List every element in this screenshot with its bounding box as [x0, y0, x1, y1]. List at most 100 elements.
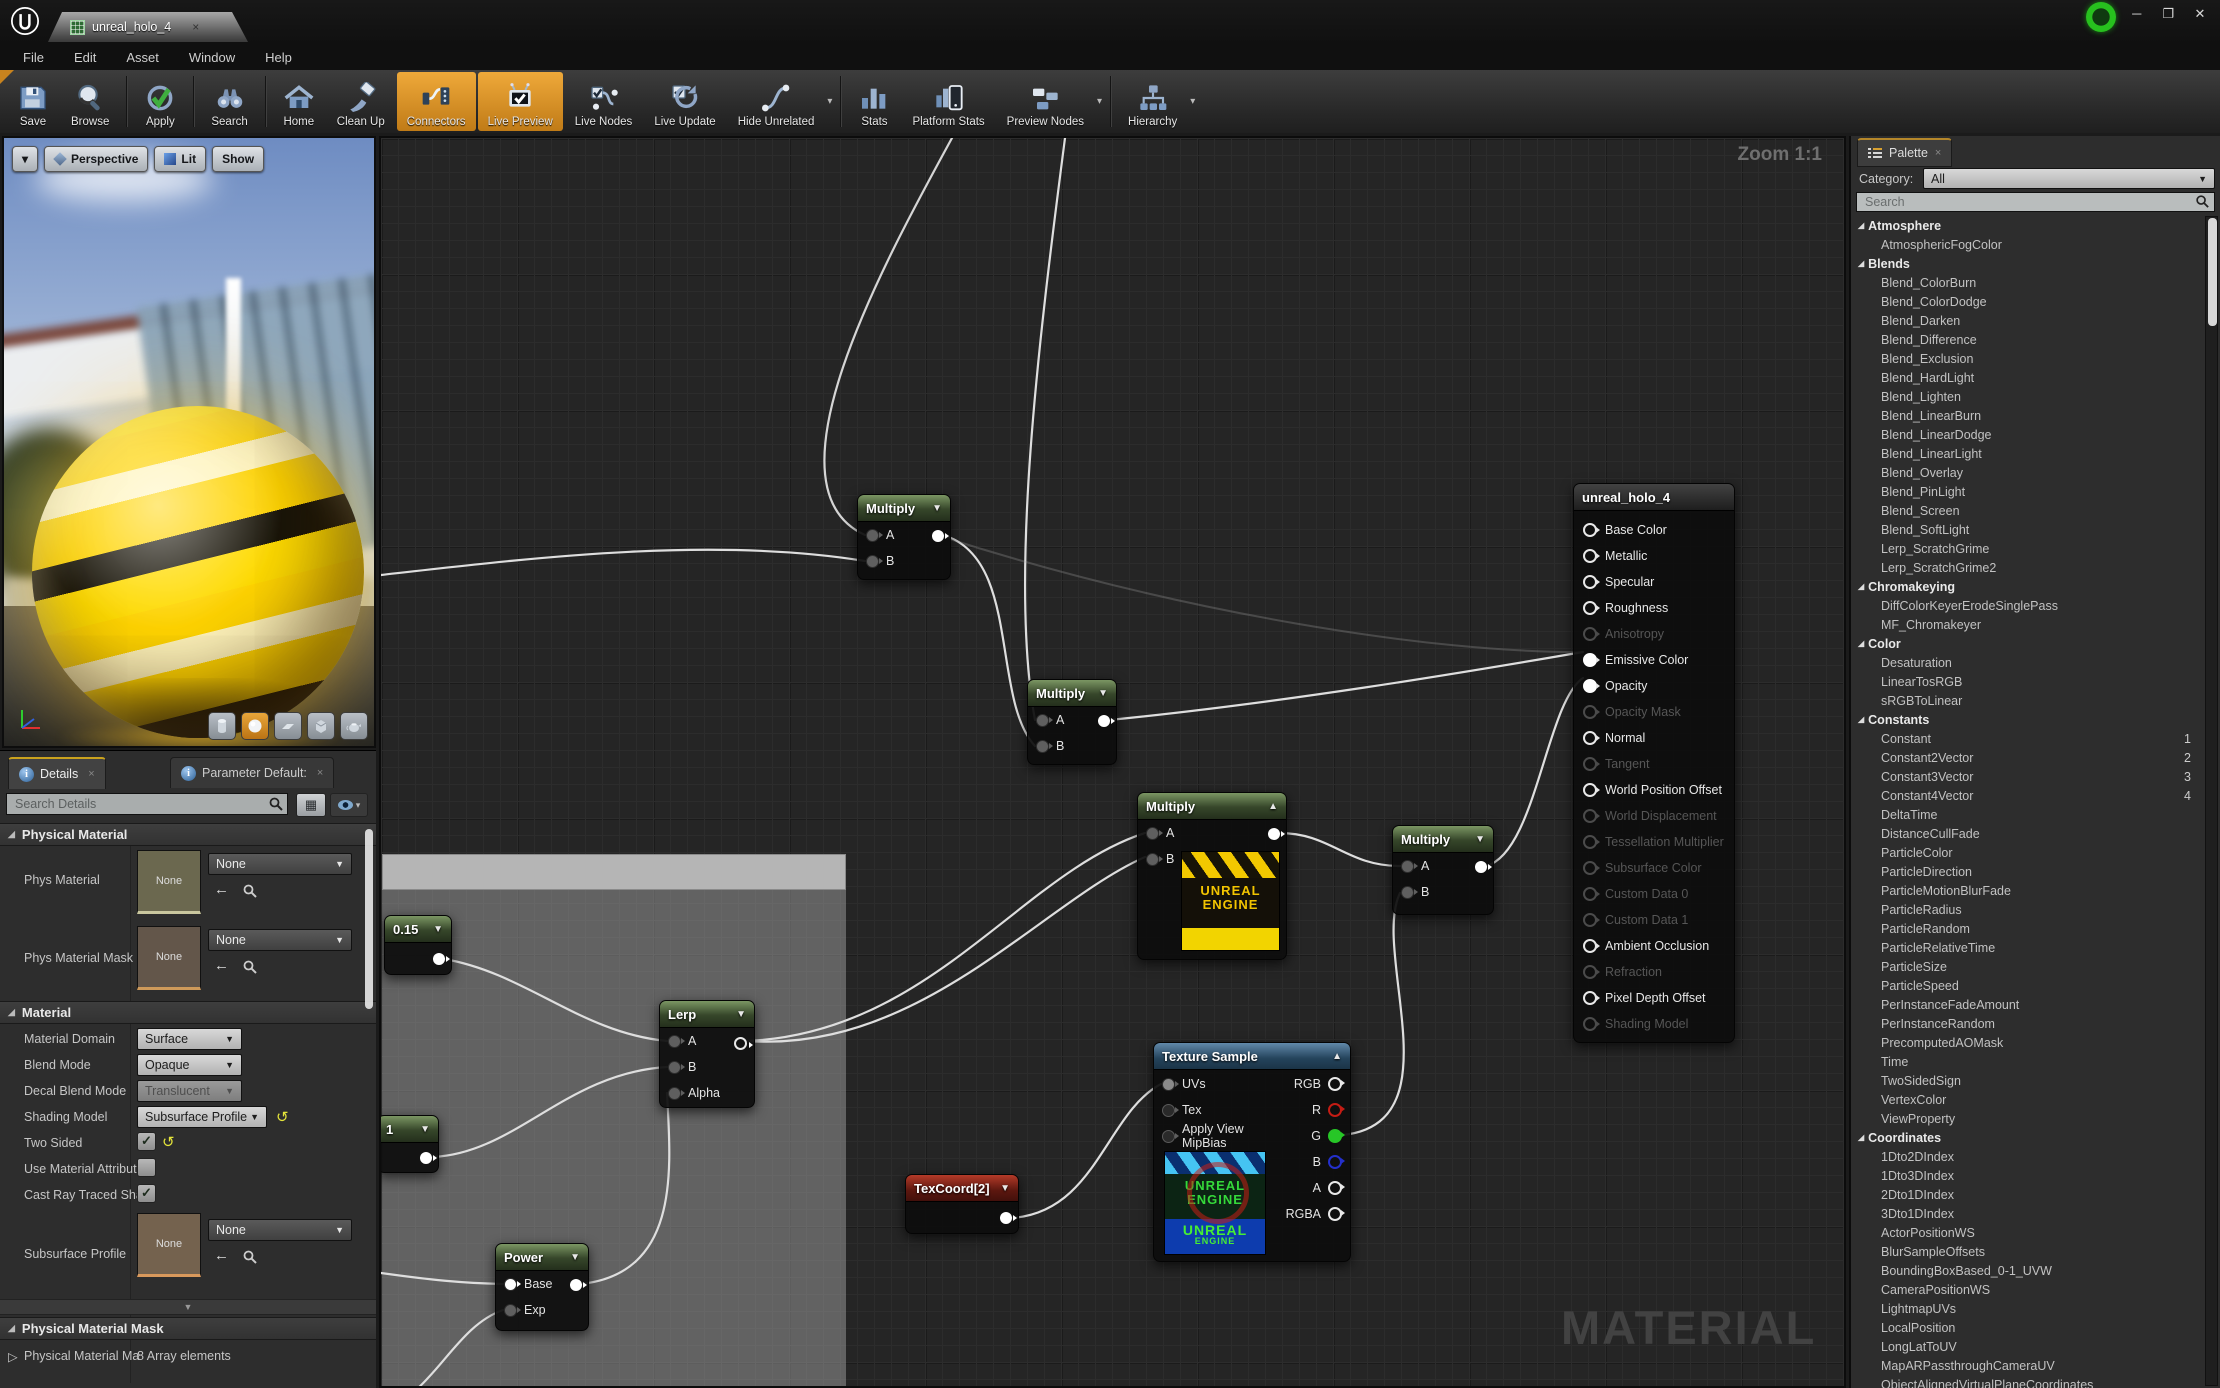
palette-item[interactable]: Blend_Lighten	[1851, 387, 2205, 406]
material-input-pin[interactable]	[1583, 757, 1597, 771]
node-power[interactable]: Power▼ Base Exp	[495, 1243, 589, 1331]
palette-item[interactable]: ParticleMotionBlurFade	[1851, 881, 2205, 900]
lit-button[interactable]: Lit	[154, 146, 206, 172]
node-multiply-expanded[interactable]: Multiply▲ A B UNREALENGINE	[1137, 792, 1287, 960]
material-input-pin[interactable]	[1583, 783, 1597, 797]
preview-nodes-dropdown-icon[interactable]: ▾	[1097, 96, 1102, 107]
palette-item[interactable]: ParticleRadius	[1851, 900, 2205, 919]
input-pin[interactable]	[504, 1304, 517, 1317]
subsurface-profile-thumbnail[interactable]: None	[137, 1213, 201, 1277]
use-selected-icon[interactable]: ←	[214, 881, 229, 898]
reset-to-default-icon[interactable]: ↺	[162, 1133, 175, 1151]
perspective-button[interactable]: Perspective	[44, 146, 148, 172]
browse-to-asset-icon[interactable]	[242, 1249, 258, 1265]
material-input-pin[interactable]	[1583, 965, 1597, 979]
cylinder-shape-button[interactable]	[208, 712, 236, 740]
palette-item[interactable]: ParticleSize	[1851, 957, 2205, 976]
palette-item[interactable]: VertexColor	[1851, 1090, 2205, 1109]
node-multiply[interactable]: Multiply▼ A B	[857, 494, 951, 580]
palette-item[interactable]: ◢ Blends	[1851, 254, 2205, 273]
palette-item[interactable]: LinearTosRGB	[1851, 672, 2205, 691]
node-texture-sample[interactable]: Texture Sample▲ UVs Tex Apply View MipBi…	[1153, 1042, 1351, 1262]
tab-close-icon[interactable]: ×	[317, 767, 323, 779]
reset-to-default-icon[interactable]: ↺	[276, 1108, 289, 1126]
palette-item[interactable]: Constant4Vector 4	[1851, 786, 2205, 805]
preview-viewport[interactable]: ▾ Perspective Lit Show	[2, 136, 376, 748]
output-pin[interactable]	[1475, 861, 1487, 873]
palette-item[interactable]: CameraPositionWS	[1851, 1280, 2205, 1299]
input-pin[interactable]	[1162, 1104, 1175, 1117]
palette-item[interactable]: ◢ Atmosphere	[1851, 216, 2205, 235]
collapse-icon[interactable]: ▼	[1000, 1183, 1010, 1194]
output-pin[interactable]	[1328, 1103, 1342, 1117]
palette-item[interactable]: PrecomputedAOMask	[1851, 1033, 2205, 1052]
output-pin[interactable]	[1328, 1077, 1342, 1091]
palette-item[interactable]: Constant2Vector 2	[1851, 748, 2205, 767]
output-pin[interactable]	[570, 1279, 582, 1291]
palette-item[interactable]: Blend_Overlay	[1851, 463, 2205, 482]
input-pin[interactable]	[866, 529, 879, 542]
material-input-pin[interactable]	[1583, 809, 1597, 823]
hierarchy-button[interactable]: Hierarchy	[1118, 72, 1187, 131]
input-pin[interactable]	[1401, 860, 1414, 873]
apply-button[interactable]: Apply	[134, 72, 186, 131]
palette-item[interactable]: 3Dto1DIndex	[1851, 1204, 2205, 1223]
palette-item[interactable]: DiffColorKeyerErodeSinglePass	[1851, 596, 2205, 615]
material-input-pin[interactable]	[1583, 549, 1597, 563]
input-pin[interactable]	[1146, 853, 1159, 866]
input-pin[interactable]	[668, 1035, 681, 1048]
input-pin[interactable]	[668, 1061, 681, 1074]
material-input-pin[interactable]	[1583, 861, 1597, 875]
cube-shape-button[interactable]	[307, 712, 335, 740]
menu-item[interactable]: Asset	[111, 50, 174, 65]
browse-to-asset-icon[interactable]	[242, 883, 258, 899]
palette-item[interactable]: 2Dto1DIndex	[1851, 1185, 2205, 1204]
input-pin[interactable]	[1146, 827, 1159, 840]
comment-node-title[interactable]	[382, 854, 846, 890]
search-button[interactable]: Search	[201, 72, 257, 131]
minimize-button[interactable]: ─	[2123, 4, 2151, 24]
maximize-button[interactable]: ❐	[2154, 4, 2182, 24]
palette-search-input[interactable]	[1856, 192, 2215, 212]
stats-button[interactable]: Stats	[848, 72, 900, 131]
palette-item[interactable]: Blend_PinLight	[1851, 482, 2205, 501]
tab-close-icon[interactable]: ×	[192, 20, 199, 34]
clean-up-button[interactable]: Clean Up	[327, 72, 395, 131]
collapse-icon[interactable]: ▼	[433, 924, 443, 935]
palette-item[interactable]: DistanceCullFade	[1851, 824, 2205, 843]
material-input-pin[interactable]	[1583, 731, 1597, 745]
output-pin[interactable]	[1000, 1212, 1012, 1224]
palette-item[interactable]: Constant3Vector 3	[1851, 767, 2205, 786]
sphere-shape-button[interactable]	[241, 712, 269, 740]
palette-item[interactable]: Blend_Difference	[1851, 330, 2205, 349]
palette-item[interactable]: ViewProperty	[1851, 1109, 2205, 1128]
tab-close-icon[interactable]: ×	[1935, 147, 1941, 159]
palette-item[interactable]: BlurSampleOffsets	[1851, 1242, 2205, 1261]
collapse-icon[interactable]: ▲	[1332, 1051, 1342, 1062]
output-pin[interactable]	[1268, 828, 1280, 840]
palette-item[interactable]: LocalPosition	[1851, 1318, 2205, 1337]
output-pin[interactable]	[1328, 1207, 1342, 1221]
section-material[interactable]: ◢ Material	[0, 1001, 376, 1024]
palette-item[interactable]: Blend_LinearDodge	[1851, 425, 2205, 444]
material-input-pin[interactable]	[1583, 627, 1597, 641]
section-physical-material-mask[interactable]: ◢ Physical Material Mask	[0, 1317, 376, 1340]
node-constant[interactable]: 1▼	[379, 1115, 439, 1173]
save-button[interactable]: Save	[7, 72, 59, 131]
show-button[interactable]: Show	[212, 146, 264, 172]
details-scrollbar[interactable]	[365, 829, 373, 1009]
palette-item[interactable]: 1Dto2DIndex	[1851, 1147, 2205, 1166]
live-nodes-button[interactable]: Live Nodes	[565, 72, 643, 131]
palette-item[interactable]: ◢ Chromakeying	[1851, 577, 2205, 596]
cast-ray-traced-shadows-checkbox[interactable]: ✓	[137, 1184, 156, 1203]
material-input-pin[interactable]	[1583, 939, 1597, 953]
output-pin[interactable]	[932, 530, 944, 542]
node-constant[interactable]: 0.15▼	[384, 915, 452, 975]
browse-to-asset-icon[interactable]	[242, 959, 258, 975]
output-pin[interactable]	[1328, 1129, 1342, 1143]
output-pin[interactable]	[734, 1037, 747, 1050]
pmm-row-arrow[interactable]: ▷	[8, 1349, 18, 1364]
use-material-attributes-checkbox[interactable]	[137, 1158, 156, 1177]
phys-material-mask-dropdown[interactable]: None▼	[208, 929, 352, 951]
palette-item[interactable]: ◢ Coordinates	[1851, 1128, 2205, 1147]
